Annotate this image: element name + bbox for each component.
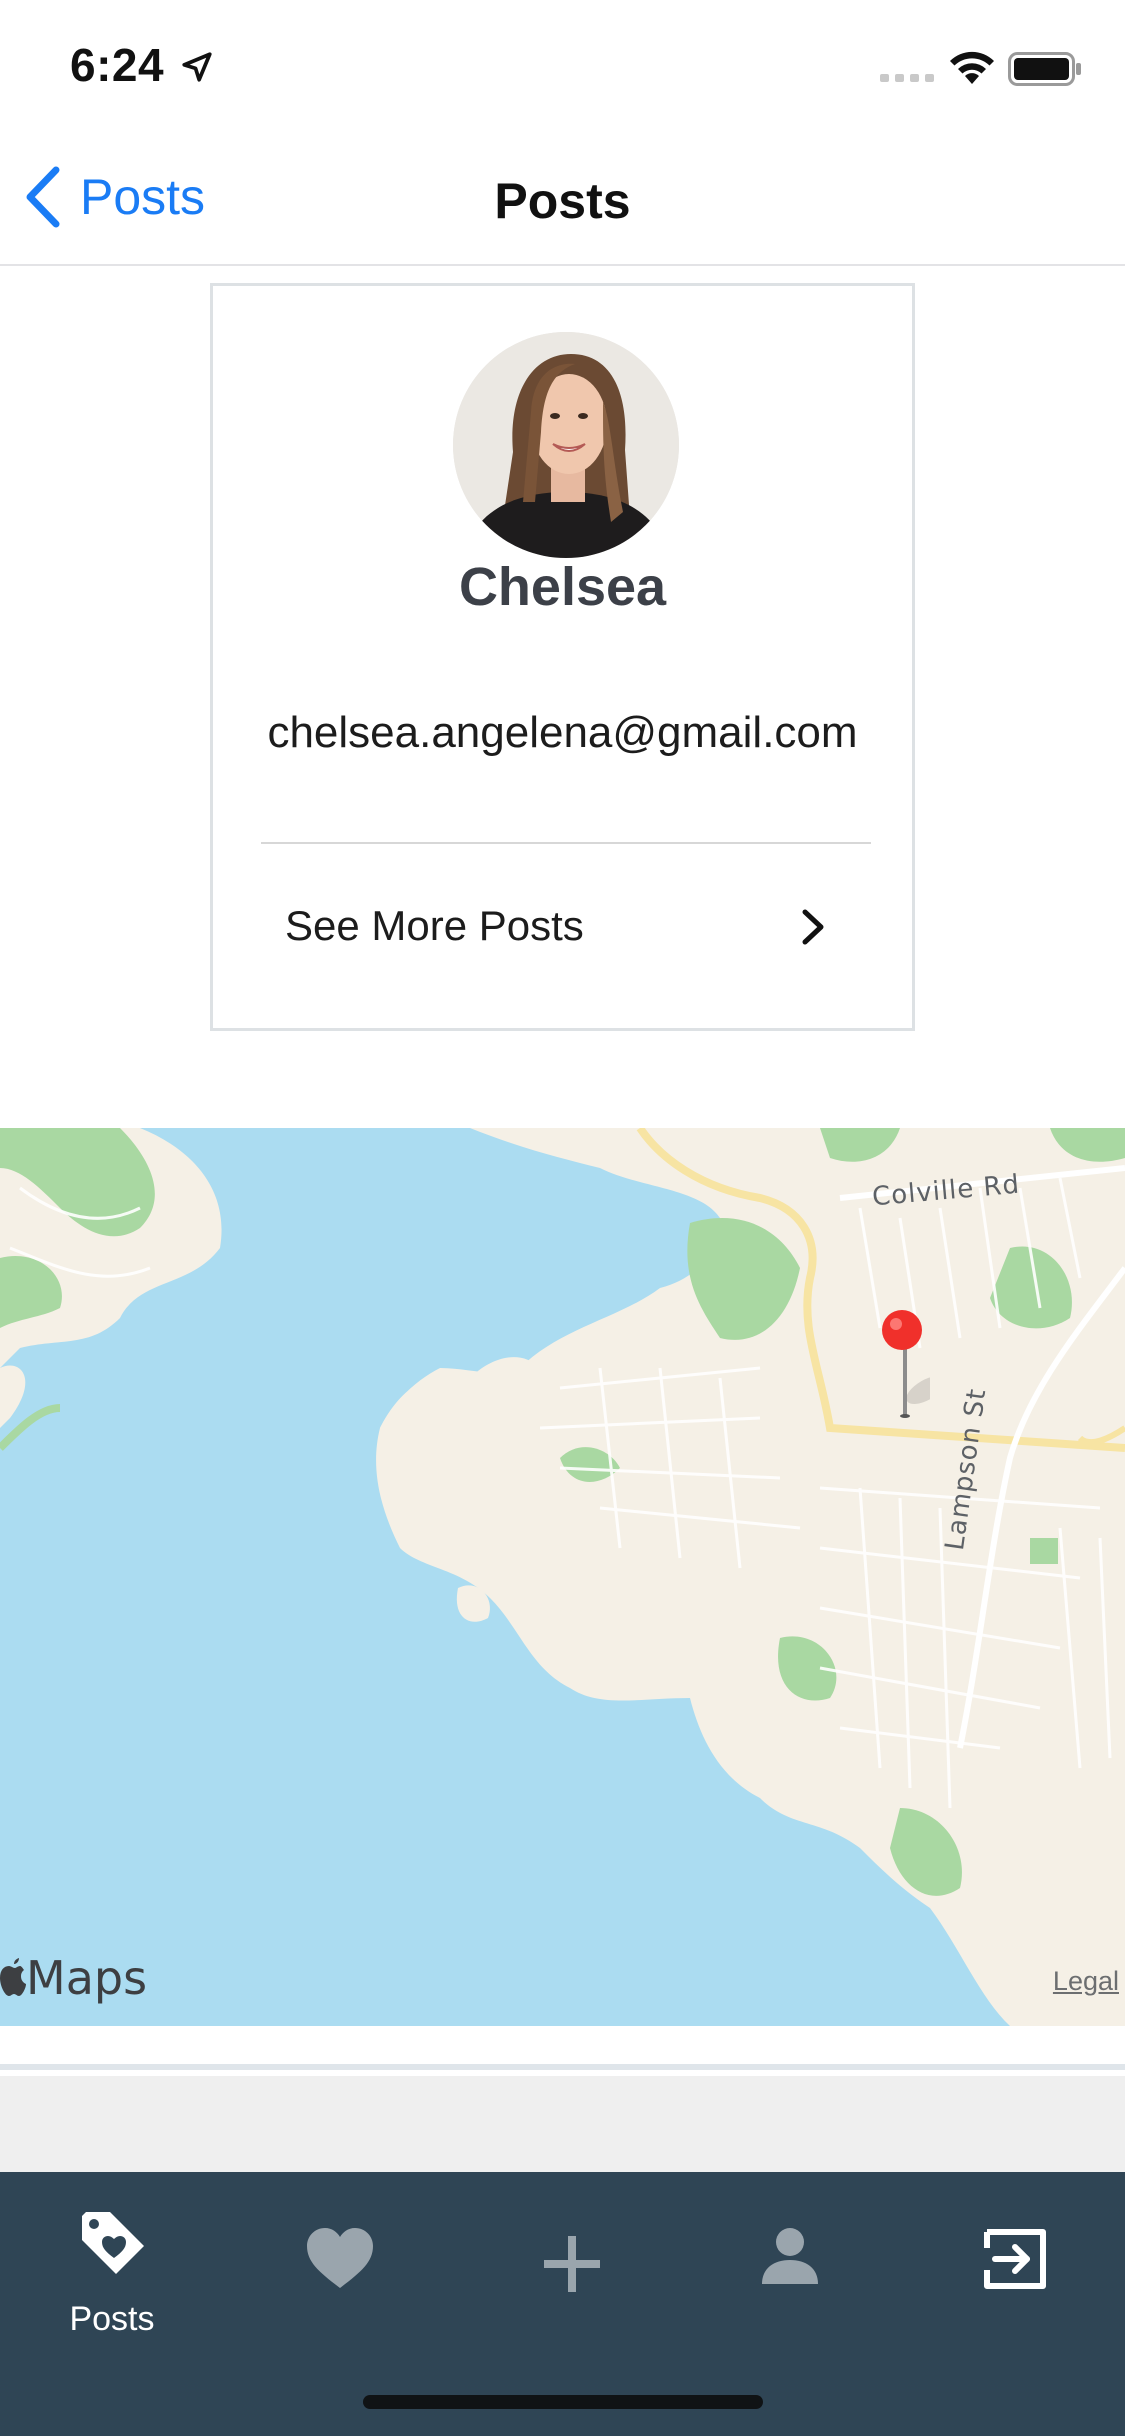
map-tiles [0,1128,1125,2026]
tab-posts[interactable]: Posts [32,2206,192,2338]
maps-logo-text: Maps [26,1951,148,2005]
map-view[interactable]: Colville Rd Lampson St Maps Legal [0,1128,1125,2026]
chevron-right-icon [802,909,824,945]
location-pin-icon[interactable] [880,1306,930,1426]
tab-logout[interactable] [935,2206,1095,2326]
tab-posts-label: Posts [69,2300,155,2338]
logout-icon [984,2229,1046,2289]
profile-email: chelsea.angelena@gmail.com [267,708,858,757]
apple-icon [0,1958,26,1996]
legal-link[interactable]: Legal [1053,1966,1119,1997]
divider [261,842,871,844]
wifi-icon [950,51,994,84]
tag-heart-icon [82,2212,144,2274]
see-more-posts-button[interactable]: See More Posts [261,886,871,966]
person-icon [762,2228,818,2284]
location-arrow-icon [182,52,212,82]
home-indicator [363,2395,763,2409]
battery-icon [1008,52,1081,86]
tab-favorites[interactable] [260,2206,420,2326]
see-more-posts-label: See More Posts [285,902,584,949]
page-title: Posts [494,173,631,229]
status-time: 6:24 [70,39,165,91]
cellular-signal-icon [880,74,934,82]
avatar-photo [453,332,679,558]
profile-name: Chelsea [458,557,667,617]
heart-icon [307,2228,373,2288]
profile-card: Chelsea chelsea.angelena@gmail.com See M… [210,283,915,1031]
tab-profile[interactable] [710,2206,870,2326]
status-bar: 6:24 [0,0,1125,132]
apple-maps-logo: Maps [0,1950,147,2006]
tab-add[interactable] [492,2206,652,2326]
plus-icon [544,2236,600,2292]
avatar[interactable] [453,332,679,558]
map-bottom-border [0,2026,1125,2070]
navigation-bar: Posts Posts [0,132,1125,266]
content-background [0,2076,1125,2172]
